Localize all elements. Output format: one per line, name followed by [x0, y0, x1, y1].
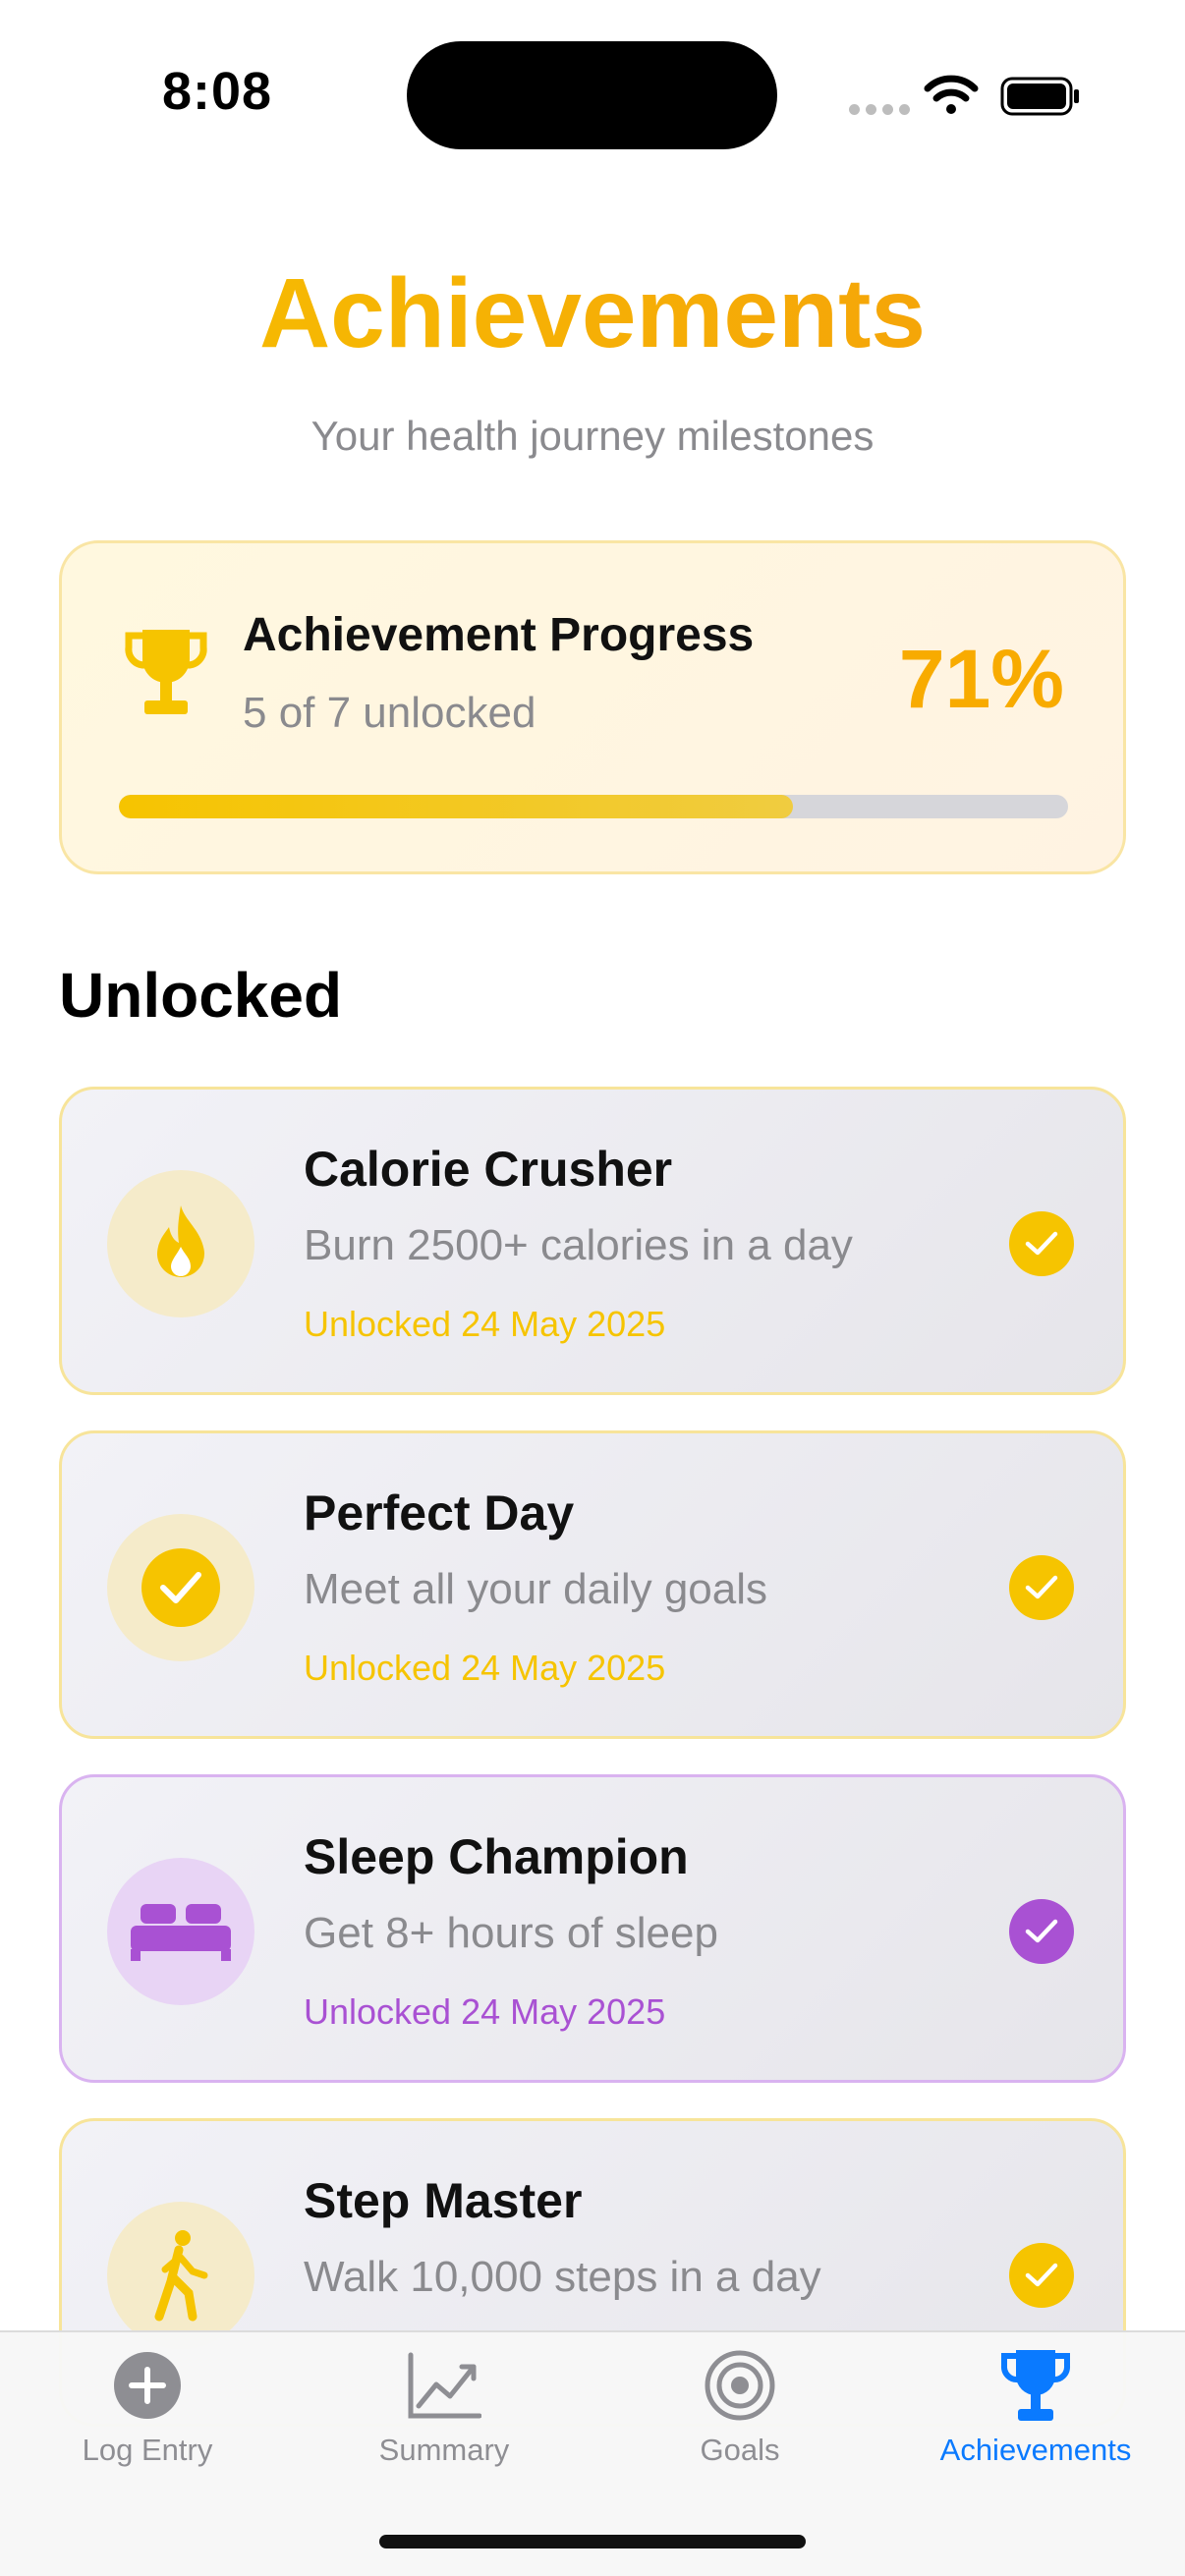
- battery-icon: [1000, 77, 1079, 116]
- progress-bar-fill: [119, 795, 793, 818]
- achievement-card-sleep-champion[interactable]: Sleep Champion Get 8+ hours of sleep Unl…: [59, 1774, 1126, 2083]
- progress-count: 5 of 7 unlocked: [243, 689, 536, 737]
- tab-label: Summary: [378, 2433, 510, 2467]
- tab-log-entry[interactable]: Log Entry: [0, 2346, 295, 2493]
- wifi-icon: [924, 75, 979, 114]
- achievement-icon-badge: [107, 2202, 254, 2349]
- tab-achievements[interactable]: Achievements: [888, 2346, 1183, 2493]
- unlocked-checkmark-icon: [1009, 1555, 1074, 1620]
- achievement-name: Sleep Champion: [304, 1829, 689, 1884]
- dynamic-island: [407, 41, 777, 149]
- tab-label: Log Entry: [82, 2433, 213, 2467]
- achievement-card-calorie-crusher[interactable]: Calorie Crusher Burn 2500+ calories in a…: [59, 1087, 1126, 1395]
- home-indicator: [379, 2535, 806, 2548]
- achievement-name: Perfect Day: [304, 1485, 575, 1540]
- achievement-icon-badge: [107, 1514, 254, 1661]
- chart-line-icon: [408, 2352, 481, 2419]
- achievement-name: Step Master: [304, 2173, 583, 2228]
- achievement-name: Calorie Crusher: [304, 1142, 673, 1197]
- tab-label: Goals: [700, 2433, 780, 2467]
- progress-title: Achievement Progress: [243, 609, 755, 661]
- achievement-icon-badge: [107, 1170, 254, 1317]
- trophy-icon: [1000, 2350, 1071, 2421]
- achievement-description: Meet all your daily goals: [304, 1565, 768, 1613]
- page-subtitle: Your health journey milestones: [310, 413, 875, 459]
- achievement-icon-badge: [107, 1858, 254, 2005]
- tab-summary[interactable]: Summary: [297, 2346, 592, 2493]
- plus-circle-icon: [114, 2352, 181, 2419]
- unlocked-checkmark-icon: [1009, 1211, 1074, 1276]
- checkmark-circle-icon: [141, 1548, 220, 1627]
- achievement-unlock-date: Unlocked 24 May 2025: [304, 1648, 666, 1688]
- achievement-card-perfect-day[interactable]: Perfect Day Meet all your daily goals Un…: [59, 1430, 1126, 1739]
- achievement-progress-card: Achievement Progress 5 of 7 unlocked 71%: [59, 540, 1126, 874]
- target-icon: [705, 2350, 775, 2421]
- cellular-signal-icon: [849, 104, 910, 115]
- achievement-description: Get 8+ hours of sleep: [304, 1909, 718, 1957]
- unlocked-checkmark-icon: [1009, 1899, 1074, 1964]
- progress-percent: 71%: [898, 633, 1064, 725]
- unlocked-checkmark-icon: [1009, 2243, 1074, 2308]
- achievement-description: Burn 2500+ calories in a day: [304, 1221, 853, 1269]
- achievement-unlock-date: Unlocked 24 May 2025: [304, 1304, 666, 1344]
- walking-figure-icon: [154, 2230, 208, 2322]
- flame-icon: [157, 1205, 205, 1278]
- bed-icon: [131, 1904, 231, 1961]
- section-title-unlocked: Unlocked: [59, 960, 343, 1031]
- screen: 8:08 Achievements Your health journey mi…: [0, 0, 1185, 2576]
- progress-bar: [119, 795, 1068, 818]
- tab-goals[interactable]: Goals: [592, 2346, 887, 2493]
- status-time: 8:08: [162, 62, 273, 121]
- trophy-icon: [125, 630, 207, 714]
- tab-label: Achievements: [939, 2433, 1132, 2467]
- page-title: Achievements: [0, 257, 1185, 370]
- achievement-description: Walk 10,000 steps in a day: [304, 2253, 821, 2301]
- achievement-unlock-date: Unlocked 24 May 2025: [304, 1991, 666, 2032]
